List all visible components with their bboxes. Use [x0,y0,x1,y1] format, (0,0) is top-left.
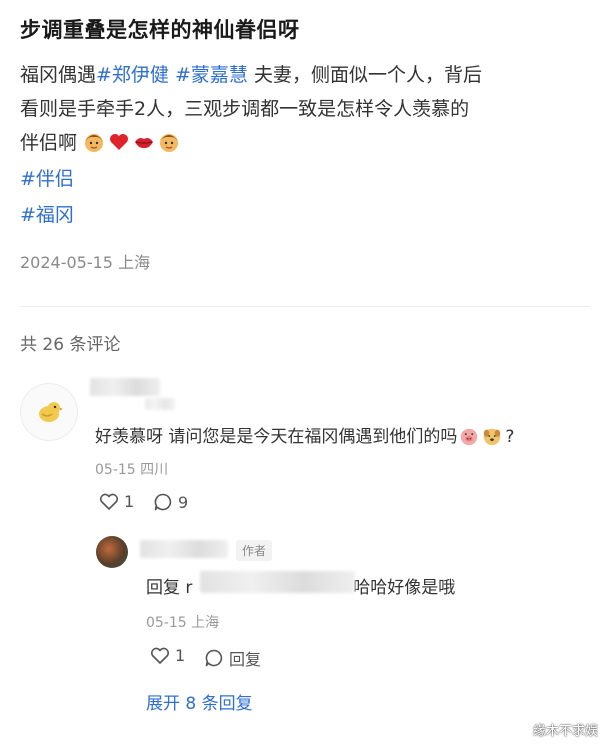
hashtag-link-1[interactable]: #伴侣 [20,164,74,191]
author-badge: 作者 [236,540,273,561]
red-heart-emoji-icon [110,134,129,150]
reply-count-button[interactable]: 9 [153,492,188,512]
boy-face-emoji-icon [160,134,179,152]
comment-text: 好羡慕呀 请问您是是今天在福冈偶遇到他们的吗? [95,422,514,447]
post-text-prefix: 福冈偶遇 [20,64,97,86]
post-line-2: 看则是手牵手2人，三观步调都一致是怎样令人羡慕的 [20,98,470,120]
heart-outline-icon [99,493,119,510]
divider [20,306,590,307]
boy-face-emoji-icon [85,134,104,152]
topic-link-2[interactable]: #蒙嘉慧 [175,64,248,86]
post-date-location: 2024-05-15 上海 [20,253,151,272]
comment-body: 好羡慕呀 请问您是是今天在福冈偶遇到他们的吗 [95,427,458,447]
watermark: 缘木不求娱 [532,724,598,739]
like-button[interactable]: 1 [99,492,134,511]
avatar[interactable] [20,383,78,441]
avatar[interactable] [96,536,128,568]
reply-prefix: 回复 r [146,578,193,598]
post-text-line3: 伴侣啊 [20,132,78,154]
comments-count: 共 26 条评论 [20,335,121,355]
heart-outline-icon [150,647,170,664]
topic-link-1[interactable]: #郑伊健 [96,64,169,86]
reply-count: 9 [178,492,189,512]
post-line-3: 伴侣啊 [20,126,592,160]
hashtag-link-2[interactable]: #福冈 [20,200,74,227]
reply-button[interactable]: 回复 [204,646,261,670]
blurred-author-name [140,540,228,558]
post-text-suffix: 夫妻，侧面似一个人，背后 [247,64,482,86]
reply-label: 回复 [229,650,262,669]
post-title: 步调重叠是怎样的神仙眷侣呀 [20,18,300,42]
post-content: 福冈偶遇#郑伊健 #蒙嘉慧 夫妻，侧面似一个人，背后 看则是手牵手2人，三观步调… [20,58,592,160]
like-count: 1 [175,646,186,665]
comment-meta: 05-15 四川 [95,462,169,478]
comment-bubble-icon [205,649,223,667]
comment-suffix: ? [505,427,515,447]
blurred-username-fragment [145,398,175,410]
dog-face-emoji-icon [484,428,501,446]
like-count: 1 [124,492,135,511]
comment-bubble-icon [154,493,172,511]
blurred-reply-target [200,571,355,593]
blurred-username [90,378,160,396]
expand-replies-link[interactable]: 展开 8 条回复 [146,689,253,714]
like-button[interactable]: 1 [150,646,185,665]
pig-face-emoji-icon [461,428,478,446]
reply-meta: 05-15 上海 [146,615,220,631]
chick-logo-icon [39,402,63,422]
lips-emoji-icon [135,138,154,149]
reply-body: 哈哈好像是哦 [353,578,456,598]
post-line-1: 福冈偶遇#郑伊健 #蒙嘉慧 夫妻，侧面似一个人，背后 [20,58,592,92]
